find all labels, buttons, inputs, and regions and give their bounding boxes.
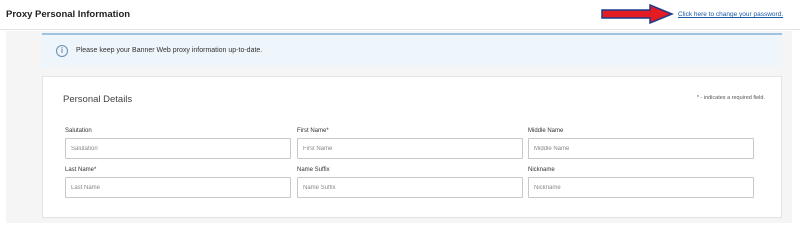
info-icon: i bbox=[56, 45, 68, 57]
personal-details-card: Personal Details * - indicates a require… bbox=[42, 76, 782, 218]
red-arrow-annotation bbox=[601, 4, 674, 24]
last-name-label: Last Name* bbox=[65, 167, 97, 173]
last-name-input[interactable] bbox=[65, 177, 291, 198]
page-header: Proxy Personal Information Click here to… bbox=[0, 0, 800, 30]
first-name-input[interactable] bbox=[297, 138, 523, 159]
name-suffix-label: Name Suffix bbox=[297, 167, 330, 173]
section-title: Personal Details bbox=[63, 94, 133, 105]
name-suffix-input[interactable] bbox=[297, 177, 523, 198]
required-field-note: * - indicates a required field. bbox=[696, 95, 765, 101]
middle-name-label: Middle Name bbox=[528, 128, 564, 134]
nickname-label: Nickname bbox=[528, 167, 555, 173]
info-message: Please keep your Banner Web proxy inform… bbox=[76, 47, 263, 54]
page-title: Proxy Personal Information bbox=[6, 9, 131, 20]
salutation-label: Salutation bbox=[65, 128, 92, 134]
nickname-input[interactable] bbox=[528, 177, 754, 198]
info-banner: i Please keep your Banner Web proxy info… bbox=[42, 33, 782, 67]
salutation-input[interactable] bbox=[65, 138, 291, 159]
first-name-label: First Name* bbox=[297, 128, 329, 134]
change-password-link[interactable]: Click here to change your password. bbox=[678, 11, 783, 18]
middle-name-input[interactable] bbox=[528, 138, 754, 159]
